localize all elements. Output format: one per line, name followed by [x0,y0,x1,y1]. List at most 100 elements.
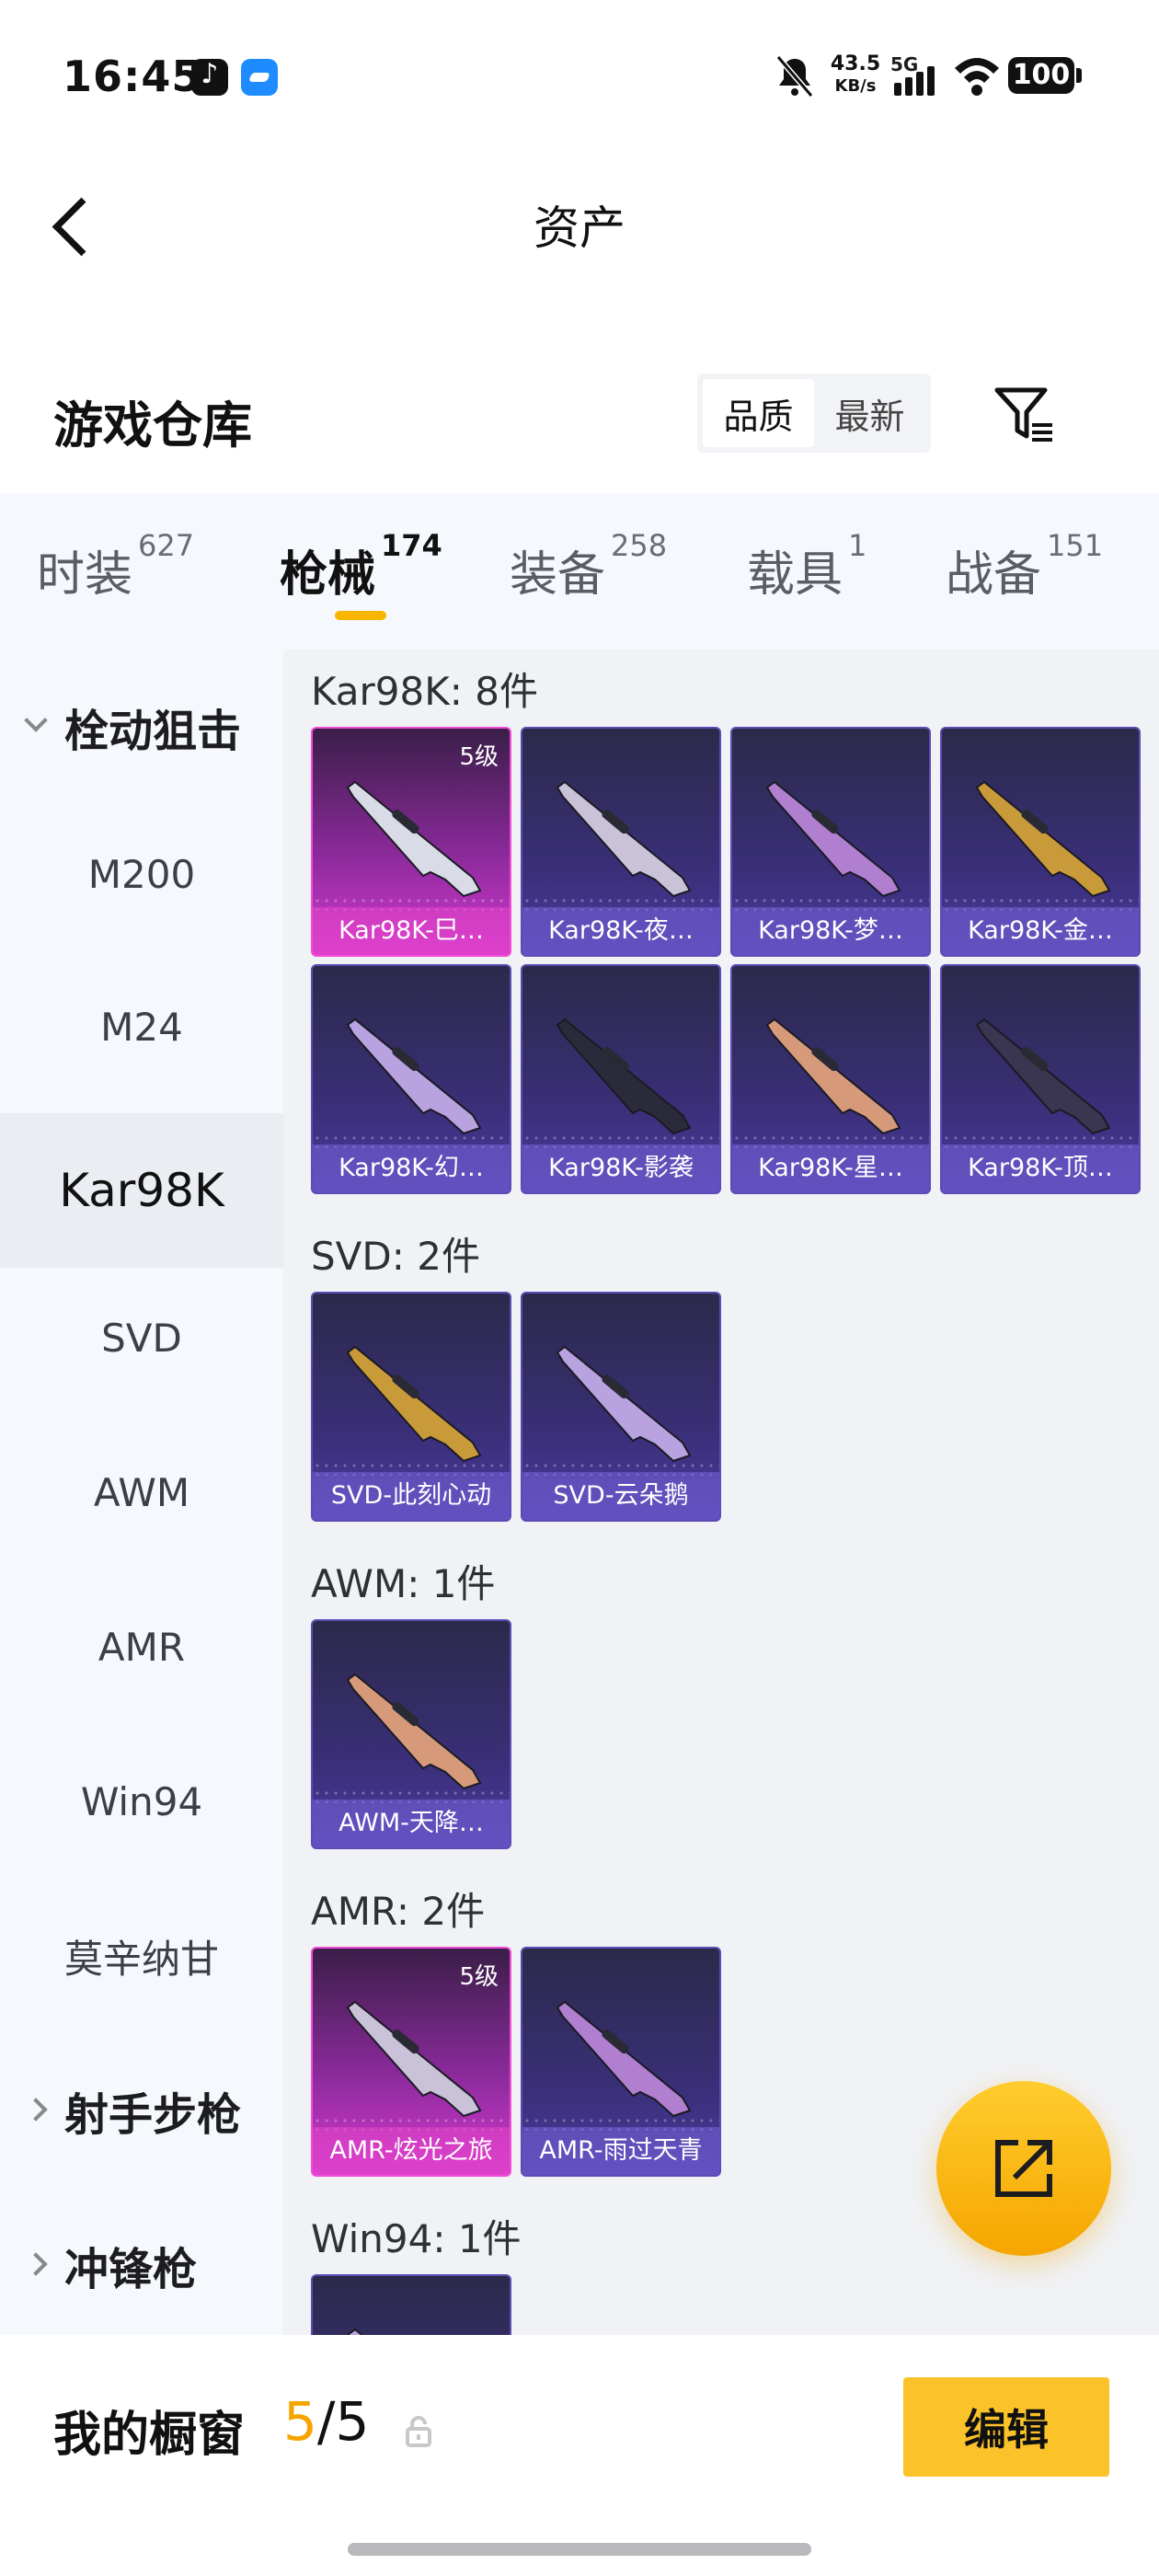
weapon-sidebar: 栓动狙击 M200 M24 Kar98K SVD AWM AMR Win94 莫… [0,650,283,2335]
group-label: Win94: 1件 [311,2216,522,2261]
tab-count: 174 [381,528,442,563]
weapon-name: AMR-炫光之旅 [313,2127,510,2175]
section-title: 游戏仓库 [53,397,252,454]
status-bar: 16:45 43.5 KB/s 5G 100 [0,0,1159,155]
lock-icon [406,2416,431,2447]
group-label: AWM: 1件 [311,1561,496,1606]
tab-fashion[interactable]: 时装627 [37,528,194,604]
sidebar-group-bolt-action[interactable]: 栓动狙击 [0,650,283,804]
tab-label: 枪械 [280,547,376,603]
edit-button[interactable]: 编辑 [903,2377,1109,2477]
weapon-name: Kar98K-星… [732,1144,929,1192]
group-label: SVD: 2件 [311,1234,480,1279]
tab-weapons[interactable]: 枪械174 [280,528,442,604]
weapon-name: Kar98K-幻… [313,1144,510,1192]
weapon-skin-image [556,780,692,898]
sidebar-item-label: 莫辛纳甘 [63,1936,219,1982]
weapon-name: Kar98K-梦… [732,907,929,955]
weapon-skin-image [556,1345,692,1463]
showcase-label: 我的橱窗 [53,2408,246,2463]
sidebar-item-label: AMR [98,1624,186,1670]
weapon-skin-image [975,780,1111,898]
showcase-count: 5/5 [283,2390,369,2453]
weapon-skin-image [975,1018,1111,1135]
sidebar-item-win94[interactable]: Win94 [0,1724,283,1879]
sidebar-item-label: AWM [93,1469,190,1515]
sidebar-item-label: 射手步枪 [64,2089,242,2141]
weapon-card[interactable] [311,2274,511,2335]
cellular-signal-icon: 5G [890,53,942,99]
filter-icon[interactable] [992,381,1058,447]
active-tab-indicator [335,611,386,620]
weapon-name: SVD-云朵鹅 [522,1472,719,1520]
showcase-count-separator: / [316,2390,336,2453]
tab-battle-prep[interactable]: 战备151 [946,528,1103,604]
weapon-name: AWM-天降… [313,1800,510,1847]
weapon-card[interactable]: Kar98K-幻… [311,964,511,1194]
sidebar-item-label: Kar98K [59,1164,224,1217]
weapon-card[interactable]: SVD-此刻心动 [311,1292,511,1522]
page-title: 资产 [534,201,625,255]
weapon-skin-image [346,780,482,898]
weapon-card[interactable]: Kar98K-影袭 [521,964,721,1194]
weapon-name: Kar98K-影袭 [522,1144,719,1192]
weapon-card[interactable]: AMR-雨过天青 [521,1947,721,2177]
sort-option-quality[interactable]: 品质 [703,379,814,447]
network-type: 5G [890,53,919,75]
weapon-card[interactable]: Kar98K-梦… [730,727,931,957]
category-tabs: 时装627 枪械174 装备258 载具1 战备151 [0,493,1159,650]
tab-vehicles[interactable]: 载具1 [747,528,866,604]
weapon-skin-image [346,1018,482,1135]
sort-option-latest[interactable]: 最新 [814,379,925,447]
battery-indicator: 100 [1008,57,1082,94]
status-time: 16:45 [63,52,202,101]
weapon-skin-image [765,780,901,898]
tab-label: 战备 [946,547,1042,603]
sort-toggle: 品质 最新 [697,374,931,453]
group-label: Kar98K: 8件 [311,669,539,714]
weapon-card[interactable]: Kar98K-夜… [521,727,721,957]
sidebar-group-marksman[interactable]: 射手步枪 [0,2033,283,2188]
weapon-skin-image [556,1018,692,1135]
sidebar-item-label: Win94 [80,1778,203,1824]
sidebar-item-label: 冲锋枪 [64,2244,198,2295]
weapon-card[interactable]: SVD-云朵鹅 [521,1292,721,1522]
sidebar-item-kar98k[interactable]: Kar98K [0,1113,283,1268]
weapon-name: Kar98K-巳… [313,907,510,955]
weapon-name: Kar98K-夜… [522,907,719,955]
tiktok-app-icon [191,58,228,96]
sidebar-item-m200[interactable]: M200 [0,797,283,951]
tab-count: 258 [611,528,668,563]
weapon-level-badge: 5级 [459,1963,499,1991]
weapon-card[interactable]: AWM-天降… [311,1619,511,1849]
share-button[interactable] [936,2081,1111,2256]
bottom-bar: 我的橱窗 5/5 编辑 [0,2335,1159,2576]
weapon-card[interactable]: Kar98K-金… [940,727,1141,957]
net-speed: 43.5 KB/s [828,53,883,98]
sidebar-group-smg[interactable]: 冲锋枪 [0,2188,283,2342]
group-label: AMR: 2件 [311,1889,486,1934]
tab-count: 627 [138,528,195,563]
weapon-card[interactable]: Kar98K-星… [730,964,931,1194]
sidebar-item-awm[interactable]: AWM [0,1415,283,1570]
tab-equipment[interactable]: 装备258 [510,528,667,604]
weapon-skin-image [556,2000,692,2118]
tab-count: 1 [848,528,867,563]
tab-label: 载具 [747,547,843,603]
weapon-name: SVD-此刻心动 [313,1472,510,1520]
sidebar-item-amr[interactable]: AMR [0,1570,283,1724]
weapon-card[interactable]: Kar98K-顶… [940,964,1141,1194]
weapon-card[interactable]: 5级 Kar98K-巳… [311,727,511,957]
weapon-level-badge: 5级 [459,743,499,771]
weapon-name: AMR-雨过天青 [522,2127,719,2175]
home-indicator[interactable] [348,2543,811,2556]
sidebar-item-svd[interactable]: SVD [0,1260,283,1415]
sidebar-item-m24[interactable]: M24 [0,949,283,1104]
weapon-skin-image [765,1018,901,1135]
tab-label: 装备 [510,547,606,603]
weapon-card[interactable]: 5级 AMR-炫光之旅 [311,1947,511,2177]
weapon-skin-image [346,1673,482,1790]
sidebar-item-mosin[interactable]: 莫辛纳甘 [0,1879,283,2033]
chevron-right-icon [24,2252,48,2276]
chevron-down-icon [24,708,48,732]
